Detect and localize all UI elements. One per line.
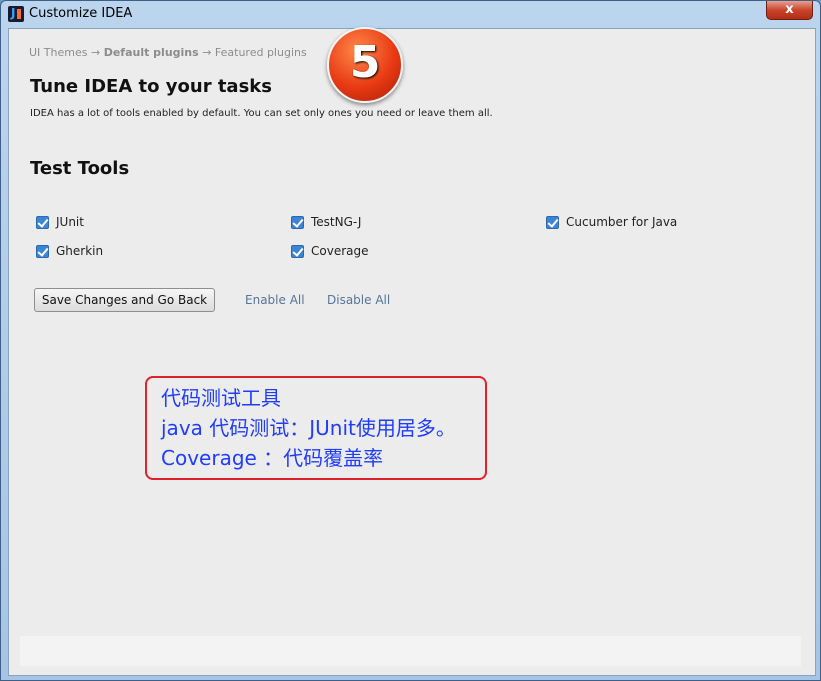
breadcrumb-default-plugins: Default plugins [103,46,199,59]
annotation-callout: 代码测试工具 java 代码测试：JUnit使用居多。 Coverage ：代码… [145,376,487,480]
breadcrumb-featured-plugins: Featured plugins [214,46,307,59]
enable-all-link[interactable]: Enable All [245,293,305,307]
annotation-line-2: java 代码测试：JUnit使用居多。 [161,416,456,440]
checkbox-checked-icon[interactable] [546,216,559,229]
customize-idea-window: Customize IDEA x UI Themes → Default plu… [0,0,821,681]
annotation-line-1: 代码测试工具 [161,386,281,410]
section-title: Test Tools [30,158,130,179]
checkbox-label: Cucumber for Java [566,215,678,229]
breadcrumb-ui-themes: UI Themes [29,46,88,59]
step-number: 5 [349,37,381,88]
save-changes-button[interactable]: Save Changes and Go Back [34,288,215,312]
breadcrumb: UI Themes → Default plugins → Featured p… [29,46,307,59]
checkbox-label: JUnit [56,215,84,229]
annotation-line-3: Coverage ：代码覆盖率 [161,446,384,470]
checkbox-checked-icon[interactable] [291,245,304,258]
checkbox-label: TestNG-J [311,215,362,229]
step-number-badge: 5 [327,27,403,103]
intellij-app-icon [8,6,24,22]
page-title: Tune IDEA to your tasks [30,76,272,97]
checkbox-label: Gherkin [56,244,104,258]
checkbox-checked-icon[interactable] [36,216,49,229]
checkbox-checked-icon[interactable] [291,216,304,229]
dialog-content: UI Themes → Default plugins → Featured p… [8,27,816,676]
bottom-button-bar [20,636,801,666]
breadcrumb-separator: → [90,46,101,59]
checkbox-checked-icon[interactable] [36,245,49,258]
window-title: Customize IDEA [29,6,133,21]
breadcrumb-separator: → [202,46,212,59]
page-description: IDEA has a lot of tools enabled by defau… [30,108,493,119]
close-button[interactable]: x [766,1,813,20]
checkbox-label: Coverage [311,244,369,258]
title-bar: Customize IDEA x [1,1,820,27]
disable-all-link[interactable]: Disable All [327,293,390,307]
